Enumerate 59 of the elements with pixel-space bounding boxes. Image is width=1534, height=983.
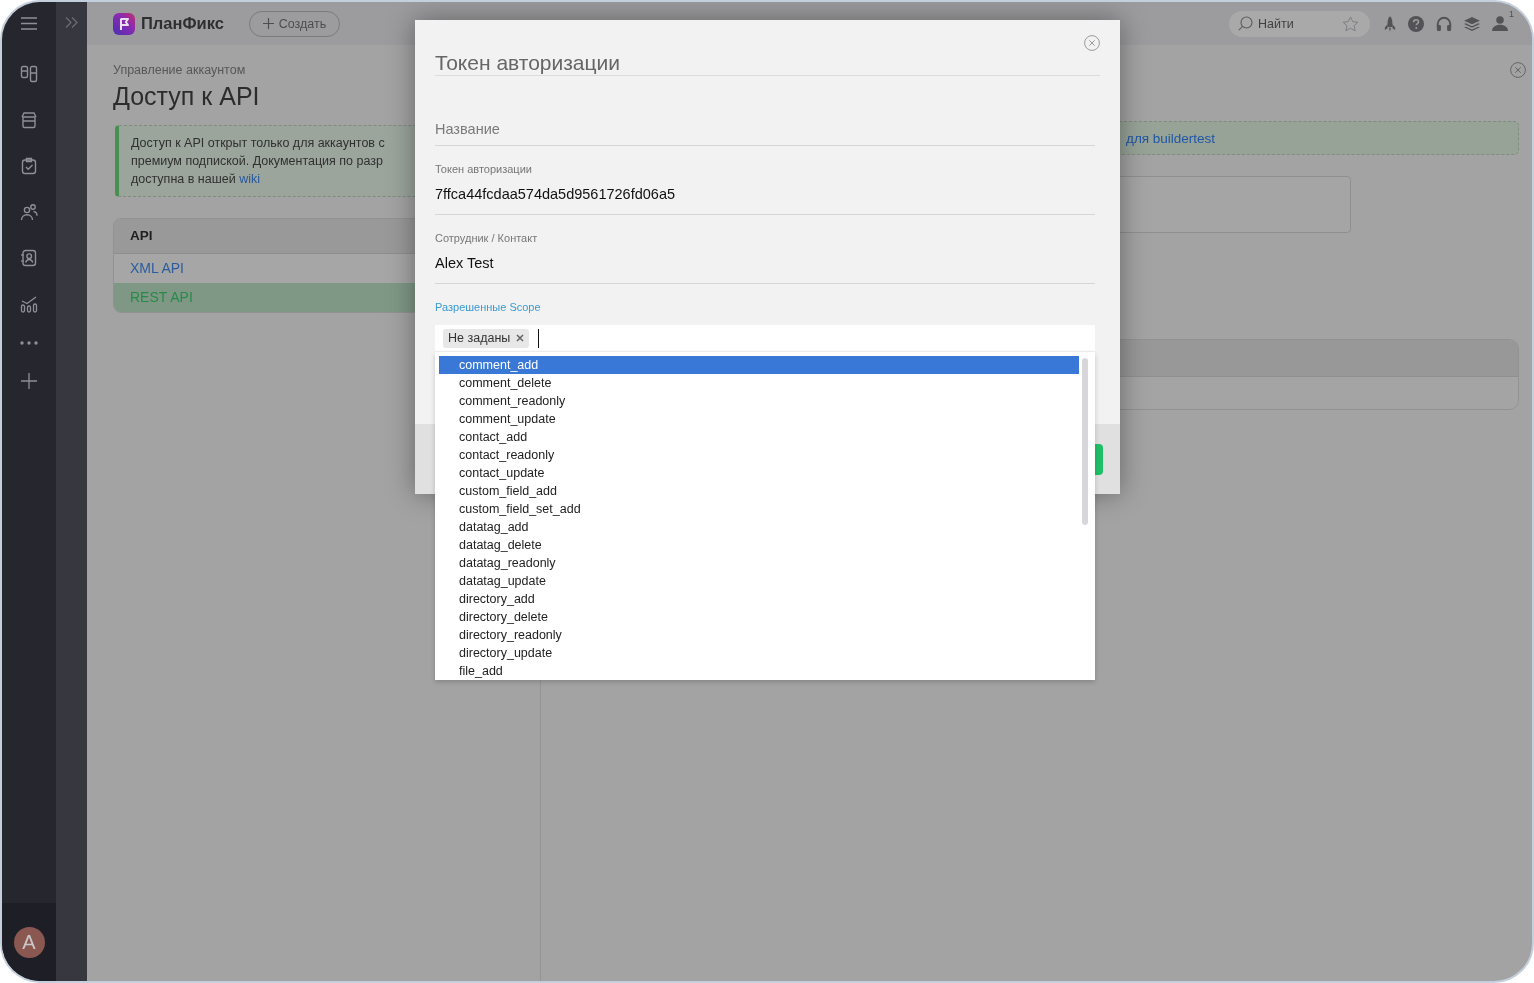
dropdown-option[interactable]: contact_readonly — [439, 446, 1079, 464]
dropdown-option[interactable]: datatag_add — [439, 518, 1079, 536]
tag-text: Не заданы — [448, 331, 511, 345]
dropdown-option[interactable]: datatag_delete — [439, 536, 1079, 554]
notice-text: Доступ к API открыт только для аккаунтов с премиум подпиской. Документация по разр доступна в нашей wiki — [131, 135, 385, 188]
logo-icon[interactable] — [113, 12, 135, 35]
page-title: Доступ к API — [113, 81, 260, 111]
rocket-icon[interactable] — [1384, 15, 1396, 32]
field-value: 7ffca44fcdaa574da5d9561726fd06a5 — [435, 185, 676, 204]
plus-icon — [262, 18, 274, 29]
remove-icon[interactable] — [516, 334, 525, 342]
field-label: Разрешенные Scope — [435, 300, 541, 315]
dropdown-option[interactable]: comment_delete — [439, 374, 1079, 392]
search-icon — [1238, 15, 1253, 31]
scope-input[interactable]: Не заданы — [435, 325, 1095, 351]
breadcrumb: Управление аккаунтом — [113, 62, 246, 78]
action-button[interactable] — [1095, 443, 1103, 475]
dropdown-option[interactable]: comment_update — [439, 410, 1079, 428]
menu-icon[interactable] — [21, 16, 37, 30]
plus-icon[interactable] — [21, 373, 37, 389]
avatar[interactable]: A — [13, 926, 45, 958]
dropdown-option[interactable]: datatag_update — [439, 572, 1079, 590]
more-icon[interactable] — [20, 341, 38, 345]
help-icon[interactable] — [1408, 15, 1424, 32]
dropdown-option[interactable]: directory_delete — [439, 608, 1079, 626]
headset-icon[interactable] — [1436, 15, 1452, 32]
chart-icon[interactable] — [20, 295, 38, 313]
field-value: Alex Test — [435, 254, 494, 273]
dropdown-option[interactable]: comment_add — [439, 356, 1079, 374]
dropdown-option[interactable]: contact_update — [439, 464, 1079, 482]
dropdown-option[interactable]: directory_add — [439, 590, 1079, 608]
field-label: Сотрудник / Контакт — [435, 231, 538, 246]
people-icon[interactable] — [20, 203, 38, 221]
user-icon[interactable] — [1492, 16, 1508, 31]
dropdown-option[interactable]: contact_add — [439, 428, 1079, 446]
close-icon[interactable] — [1510, 62, 1526, 78]
dialog-title: Токен авторизации — [435, 51, 621, 75]
double-chevron-icon[interactable] — [65, 17, 78, 28]
star-icon[interactable] — [1342, 15, 1359, 32]
dropdown-option[interactable]: directory_update — [439, 644, 1079, 662]
dropdown-option[interactable]: directory_readonly — [439, 626, 1079, 644]
dropdown-option[interactable]: custom_field_set_add — [439, 500, 1079, 518]
contact-card-icon[interactable] — [20, 249, 38, 267]
box-icon[interactable] — [20, 111, 38, 129]
dropdown-option[interactable]: comment_readonly — [439, 392, 1079, 410]
layers-icon[interactable] — [1464, 16, 1480, 31]
count-label: 1 — [1509, 8, 1514, 19]
dropdown-option[interactable]: datatag_readonly — [439, 554, 1079, 572]
search-field[interactable]: Найти — [1229, 10, 1370, 37]
clipboard-check-icon[interactable] — [20, 157, 38, 175]
brand-name: ПланФикс — [141, 14, 224, 33]
dropdown-option[interactable]: file_add — [439, 662, 1079, 680]
dropdown-option[interactable]: custom_field_add — [439, 482, 1079, 500]
name-input[interactable]: Название — [435, 112, 1095, 146]
text-cursor-icon — [538, 328, 540, 348]
field-label: Токен авторизации — [435, 162, 532, 177]
close-icon[interactable] — [1084, 35, 1100, 51]
columns-icon[interactable] — [20, 65, 38, 83]
scrollbar-thumb[interactable] — [1082, 358, 1088, 525]
